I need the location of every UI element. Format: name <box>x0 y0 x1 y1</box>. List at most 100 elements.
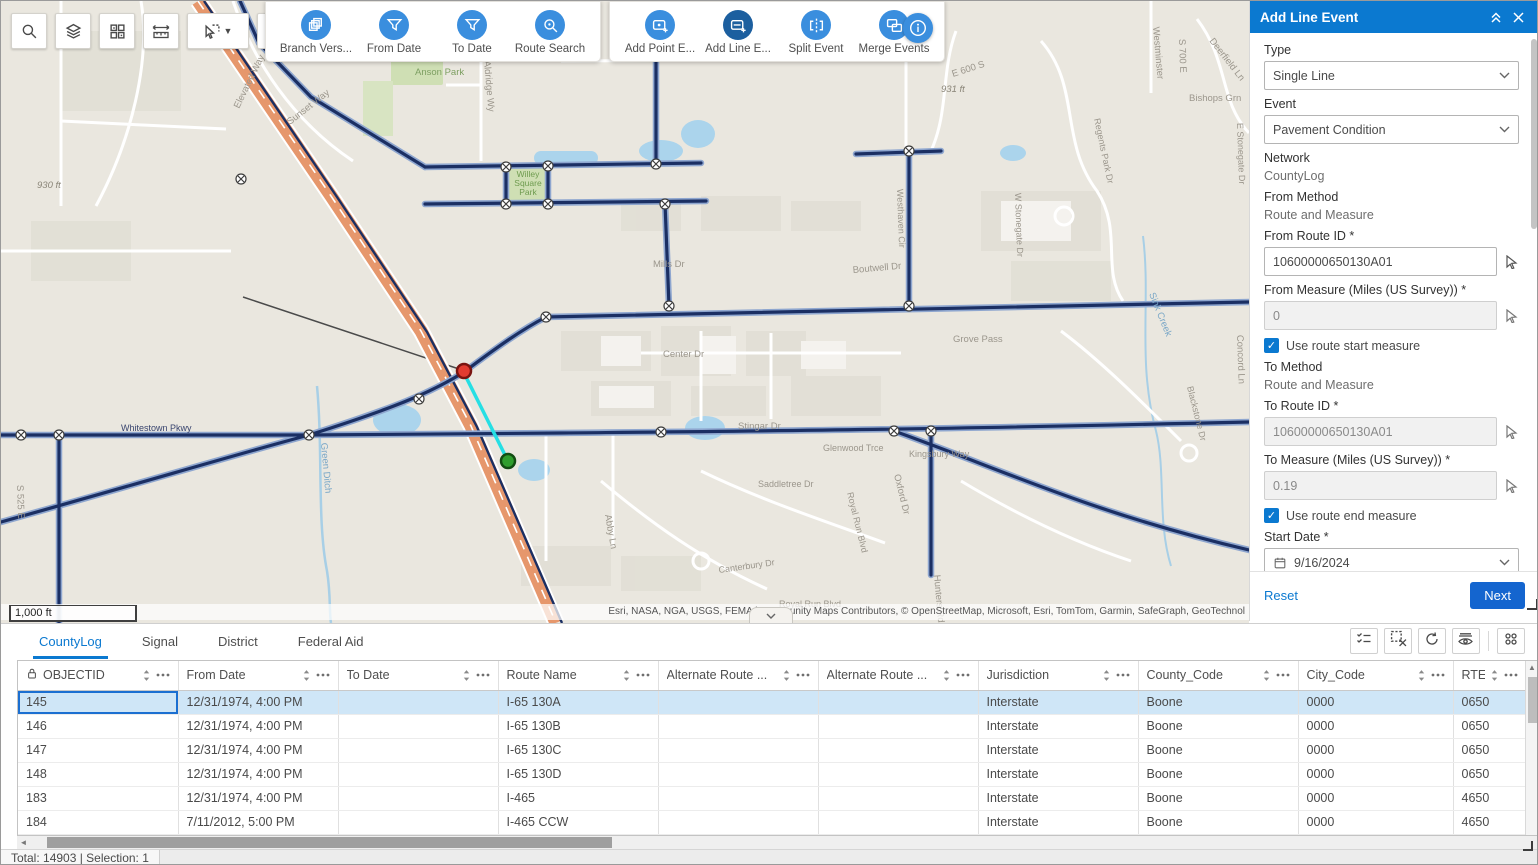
tab-countylog[interactable]: CountyLog <box>33 625 108 659</box>
table-cell[interactable]: 148 <box>18 762 178 786</box>
table-cell[interactable] <box>818 714 978 738</box>
close-panel-icon[interactable] <box>1507 6 1529 28</box>
column-menu-icon[interactable] <box>476 673 490 677</box>
sort-icon[interactable] <box>302 669 311 682</box>
column-header-jurisdiction[interactable]: Jurisdiction <box>978 661 1138 690</box>
to-route-id-input[interactable] <box>1264 417 1497 446</box>
column-menu-icon[interactable] <box>956 673 970 677</box>
column-menu-icon[interactable] <box>1431 673 1445 677</box>
table-cell[interactable]: Boone <box>1138 786 1298 810</box>
table-cell[interactable] <box>818 690 978 714</box>
table-cell[interactable] <box>338 810 498 834</box>
table-cell[interactable]: Boone <box>1138 690 1298 714</box>
table-row[interactable]: 18312/31/1974, 4:00 PM I-465 InterstateBoo… <box>18 786 1526 810</box>
table-cell[interactable] <box>338 762 498 786</box>
layers-button[interactable] <box>55 13 91 49</box>
table-cell[interactable]: 0650 <box>1453 714 1526 738</box>
table-horizontal-scrollbar[interactable]: ◄ <box>17 836 1538 849</box>
table-cell[interactable]: 0000 <box>1298 690 1453 714</box>
table-cell[interactable]: I-465 <box>498 786 658 810</box>
table-cell[interactable]: 183 <box>18 786 178 810</box>
table-cell[interactable]: 12/31/1974, 4:00 PM <box>178 786 338 810</box>
table-cell[interactable]: 12/31/1974, 4:00 PM <box>178 690 338 714</box>
pick-from-measure-icon[interactable] <box>1503 308 1519 324</box>
column-menu-icon[interactable] <box>796 673 810 677</box>
column-header-objectid[interactable]: OBJECTID <box>18 661 178 690</box>
table-cell[interactable] <box>818 762 978 786</box>
table-cell[interactable]: 12/31/1974, 4:00 PM <box>178 714 338 738</box>
table-cell[interactable]: 4650 <box>1453 810 1526 834</box>
sort-icon[interactable] <box>142 669 151 682</box>
table-cell[interactable]: I-65 130C <box>498 738 658 762</box>
column-menu-icon[interactable] <box>316 673 330 677</box>
table-cell[interactable] <box>818 738 978 762</box>
table-cell[interactable]: I-465 CCW <box>498 810 658 834</box>
info-button[interactable] <box>903 13 933 43</box>
table-cell[interactable]: 146 <box>18 714 178 738</box>
table-row[interactable]: 14812/31/1974, 4:00 PMI-65 130DInterstat… <box>18 762 1526 786</box>
select-button[interactable]: ▼ <box>187 13 249 49</box>
table-cell[interactable]: Interstate <box>978 786 1138 810</box>
split-event-button[interactable]: Split Event <box>780 8 852 55</box>
table-row[interactable]: 14712/31/1974, 4:00 PMI-65 130CInterstat… <box>18 738 1526 762</box>
sort-icon[interactable] <box>1102 669 1111 682</box>
from-route-id-input[interactable] <box>1264 247 1497 276</box>
column-header-from-date[interactable]: From Date <box>178 661 338 690</box>
table-cell[interactable]: 0000 <box>1298 762 1453 786</box>
table-cell[interactable]: I-65 130B <box>498 714 658 738</box>
tab-district[interactable]: District <box>212 625 264 659</box>
column-menu-icon[interactable] <box>636 673 650 677</box>
sort-icon[interactable] <box>782 669 791 682</box>
column-menu-icon[interactable] <box>1276 673 1290 677</box>
table-cell[interactable]: Boone <box>1138 810 1298 834</box>
column-menu-icon[interactable] <box>1116 673 1130 677</box>
sort-icon[interactable] <box>1417 669 1426 682</box>
table-cell[interactable]: Interstate <box>978 762 1138 786</box>
chevron-down-icon[interactable]: ▼ <box>224 26 233 36</box>
reset-link[interactable]: Reset <box>1264 588 1470 603</box>
table-cell[interactable]: 147 <box>18 738 178 762</box>
table-cell[interactable]: 0650 <box>1453 690 1526 714</box>
use-route-end-measure-checkbox[interactable]: ✓ Use route end measure <box>1264 508 1519 523</box>
options-menu-button[interactable] <box>1497 628 1525 654</box>
sort-icon[interactable] <box>1490 669 1499 682</box>
panel-scrollbar[interactable] <box>1530 37 1538 571</box>
table-cell[interactable] <box>658 738 818 762</box>
table-cell[interactable]: 0650 <box>1453 762 1526 786</box>
table-cell[interactable]: 7/11/2012, 5:00 PM <box>178 810 338 834</box>
table-cell[interactable]: Boone <box>1138 762 1298 786</box>
column-menu-icon[interactable] <box>156 673 170 677</box>
from-date-button[interactable]: From Date <box>358 8 430 55</box>
column-header-rtel[interactable]: RTEL <box>1453 661 1526 690</box>
table-cell[interactable] <box>658 690 818 714</box>
pick-from-route-icon[interactable] <box>1503 254 1519 270</box>
to-date-button[interactable]: To Date <box>436 8 508 55</box>
table-cell[interactable] <box>658 786 818 810</box>
column-header-county-code[interactable]: County_Code <box>1138 661 1298 690</box>
table-cell[interactable] <box>338 690 498 714</box>
sort-icon[interactable] <box>942 669 951 682</box>
scroll-left-arrow[interactable]: ◄ <box>17 836 30 849</box>
collapse-panel-icon[interactable] <box>1485 6 1507 28</box>
add-point-e-button[interactable]: Add Point E... <box>624 8 696 55</box>
table-cell[interactable] <box>338 714 498 738</box>
table-cell[interactable] <box>818 786 978 810</box>
table-cell[interactable] <box>658 810 818 834</box>
table-cell[interactable]: Interstate <box>978 738 1138 762</box>
from-measure-input[interactable] <box>1264 301 1497 330</box>
table-cell[interactable] <box>658 714 818 738</box>
table-cell[interactable]: 0000 <box>1298 810 1453 834</box>
sort-icon[interactable] <box>462 669 471 682</box>
table-row[interactable]: 1847/11/2012, 5:00 PMI-465 CCWInterstate… <box>18 810 1526 834</box>
search-button[interactable] <box>11 13 47 49</box>
clear-selection-button[interactable] <box>1384 628 1412 654</box>
table-cell[interactable]: 0650 <box>1453 738 1526 762</box>
map-view[interactable]: Elevated WaySunset WayAnson ParkAldridge… <box>1 1 1249 623</box>
table-cell[interactable]: Boone <box>1138 714 1298 738</box>
table-cell[interactable] <box>338 786 498 810</box>
table-cell[interactable] <box>338 738 498 762</box>
to-measure-input[interactable] <box>1264 471 1497 500</box>
show-selection-button[interactable] <box>1350 628 1378 654</box>
type-select[interactable]: Single Line <box>1264 61 1519 90</box>
table-cell[interactable] <box>818 810 978 834</box>
